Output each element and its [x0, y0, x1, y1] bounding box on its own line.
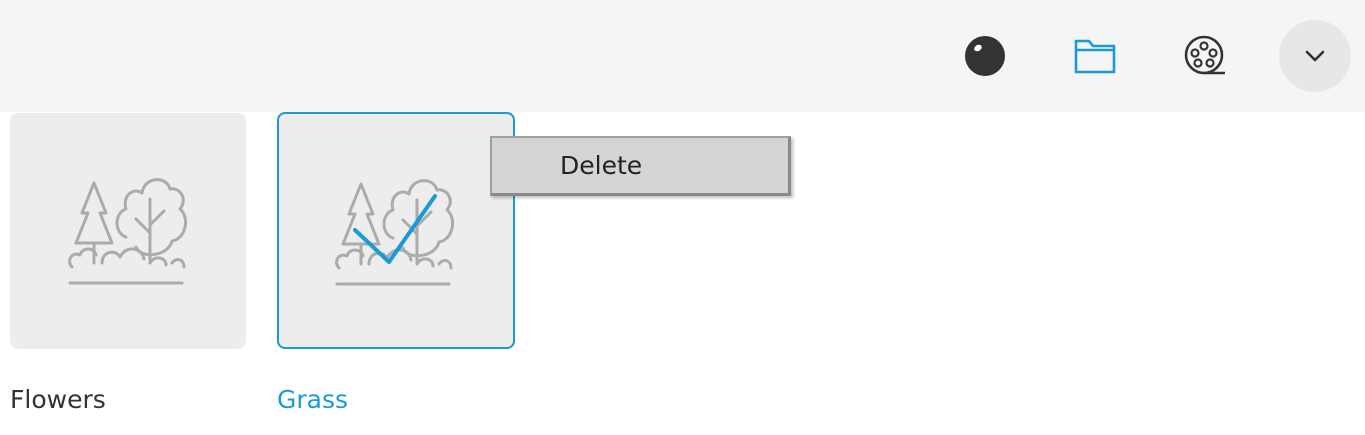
tile-label-flowers[interactable]: Flowers — [10, 384, 106, 416]
chevron-down-icon — [1305, 50, 1325, 62]
folder-button[interactable] — [1059, 20, 1131, 92]
more-dropdown-button[interactable] — [1279, 20, 1351, 92]
ball-button[interactable] — [949, 20, 1021, 92]
film-reel-icon — [1184, 35, 1225, 75]
tile-label-grass[interactable]: Grass — [277, 384, 348, 416]
toolbar — [0, 0, 1365, 112]
ball-icon — [965, 36, 1005, 76]
forest-icon — [68, 178, 188, 285]
checkmark-icon — [353, 194, 437, 264]
context-menu: Delete — [490, 136, 791, 196]
film-reel-button[interactable] — [1169, 20, 1241, 92]
tile-grass[interactable] — [277, 112, 515, 349]
tile-flowers[interactable] — [10, 113, 246, 349]
folder-icon — [1074, 39, 1116, 74]
context-menu-delete[interactable]: Delete — [492, 138, 788, 193]
